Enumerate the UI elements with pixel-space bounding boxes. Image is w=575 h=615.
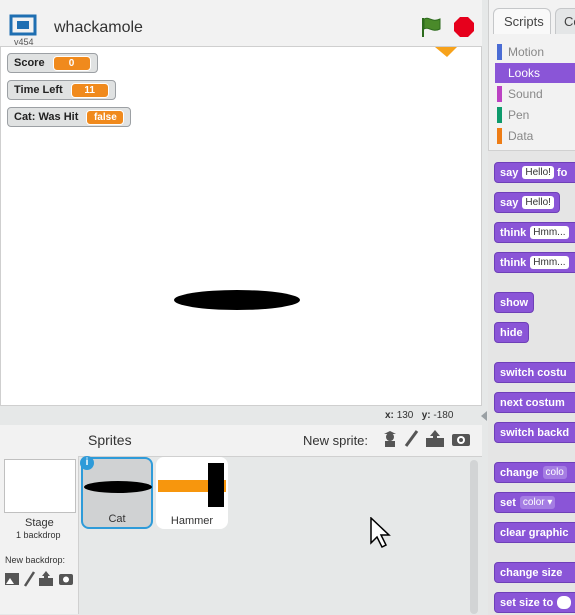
y-coordinate: -180 — [433, 410, 454, 421]
hammer-costume-preview — [158, 463, 226, 507]
orange-sprite-fragment[interactable] — [433, 47, 459, 59]
category-color-bar — [497, 128, 502, 144]
category-label: Data — [508, 129, 534, 143]
block-say[interactable]: say Hello! — [494, 192, 560, 213]
camera-icon[interactable] — [451, 431, 471, 447]
monitor-value: false — [86, 109, 125, 125]
block-next-costume[interactable]: next costum — [494, 392, 575, 413]
stage[interactable]: Score 0 Time Left 11 Cat: Was Hit false — [0, 46, 482, 406]
block-hide[interactable]: hide — [494, 322, 529, 343]
block-think-for[interactable]: think Hmm... — [494, 222, 575, 243]
monitor-label: Cat: Was Hit — [14, 111, 79, 123]
category-color-bar — [497, 65, 502, 81]
monitor-value: 0 — [52, 55, 91, 71]
category-color-bar — [497, 86, 502, 102]
monitor-time-left[interactable]: Time Left 11 — [7, 80, 116, 100]
category-color-bar — [497, 107, 502, 123]
sprite-name: Cat — [108, 513, 126, 525]
sprites-title: Sprites — [88, 432, 132, 448]
block-show[interactable]: show — [494, 292, 535, 313]
green-flag-icon[interactable] — [420, 16, 442, 38]
block-think[interactable]: think Hmm... — [494, 252, 575, 273]
stage-label: Stage — [25, 517, 54, 529]
fullscreen-icon[interactable] — [9, 14, 37, 36]
category-motion[interactable]: Motion — [497, 43, 544, 61]
category-label: Pen — [508, 108, 530, 122]
tab-scripts[interactable]: Scripts — [493, 8, 551, 34]
category-looks[interactable]: Looks — [495, 63, 575, 83]
stage-thumbnail[interactable] — [4, 459, 76, 513]
stop-icon[interactable] — [453, 16, 475, 38]
monitor-value: 11 — [70, 82, 109, 98]
blocks-area: say Hello! fo say Hello! think Hmm... think H… — [488, 150, 575, 615]
choose-backdrop-image-icon[interactable] — [4, 572, 20, 586]
category-label: Sound — [508, 87, 543, 101]
sprite-pane-scrollbar[interactable] — [470, 460, 478, 614]
monitor-cat-was-hit[interactable]: Cat: Was Hit false — [7, 107, 132, 127]
x-coordinate: 130 — [396, 410, 414, 421]
block-clear-graphic-effects[interactable]: clear graphic — [494, 522, 575, 543]
category-label: Motion — [508, 45, 545, 59]
block-switch-costume[interactable]: switch costu — [494, 362, 575, 383]
block-set-size[interactable]: set size to — [494, 592, 575, 613]
cat-costume-preview — [84, 481, 152, 493]
mouse-cursor-icon — [370, 517, 391, 549]
sprites-header — [78, 425, 482, 457]
paint-backdrop-icon[interactable] — [22, 571, 36, 587]
project-title[interactable]: whackamole — [54, 19, 143, 37]
block-say-for[interactable]: say Hello! fo — [494, 162, 575, 183]
category-pen[interactable]: Pen — [497, 106, 529, 124]
block-set-effect[interactable]: set color ▾ — [494, 492, 575, 513]
paint-brush-icon[interactable] — [403, 430, 419, 448]
upload-backdrop-icon[interactable] — [38, 571, 54, 587]
hole-sprite[interactable] — [174, 290, 300, 310]
new-sprite-label: New sprite: — [303, 433, 369, 448]
tab-costumes[interactable]: Co — [555, 8, 575, 34]
category-label: Looks — [508, 66, 541, 80]
block-switch-backdrop[interactable]: switch backd — [494, 422, 575, 443]
monitor-label: Time Left — [14, 84, 63, 96]
block-change-effect[interactable]: change colo — [494, 462, 575, 483]
category-color-bar — [497, 44, 502, 60]
camera-backdrop-icon[interactable] — [58, 572, 74, 586]
backdrop-count: 1 backdrop — [16, 530, 61, 540]
collapse-arrow-icon[interactable] — [480, 410, 488, 422]
choose-sprite-from-library-icon[interactable] — [381, 430, 399, 448]
info-icon[interactable]: i — [80, 456, 94, 470]
monitor-score[interactable]: Score 0 — [7, 53, 98, 73]
new-backdrop-label: New backdrop: — [5, 555, 66, 565]
sprite-name: Hammer — [170, 515, 214, 527]
category-sound[interactable]: Sound — [497, 85, 543, 103]
block-change-size[interactable]: change size — [494, 562, 575, 583]
category-data[interactable]: Data — [497, 127, 533, 145]
sprite-thumbnail-hammer[interactable]: Hammer — [156, 457, 228, 529]
monitor-label: Score — [14, 57, 45, 69]
upload-sprite-icon[interactable] — [425, 430, 445, 448]
mouse-coordinates: x: 130 y: -180 — [385, 410, 454, 421]
